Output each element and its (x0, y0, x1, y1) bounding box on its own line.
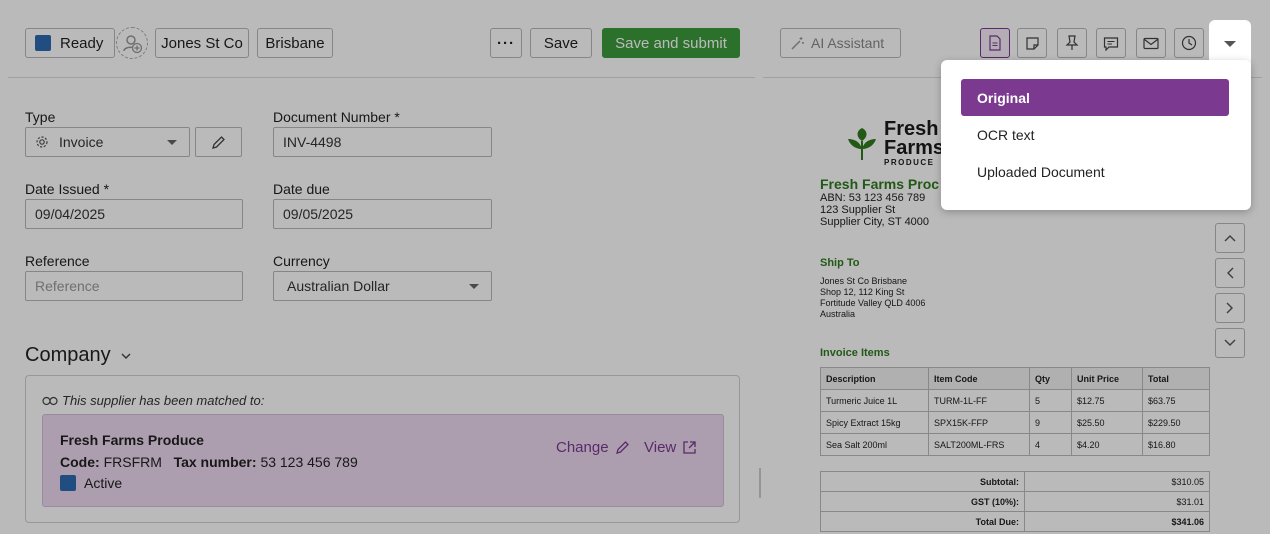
dropdown-item-uploaded-document[interactable]: Uploaded Document (961, 153, 1229, 190)
dropdown-item-ocr-text[interactable]: OCR text (961, 116, 1229, 153)
caret-down-icon (1224, 41, 1236, 47)
dropdown-item-original[interactable]: Original (961, 79, 1229, 116)
view-mode-dropdown: Original OCR text Uploaded Document (941, 60, 1251, 210)
